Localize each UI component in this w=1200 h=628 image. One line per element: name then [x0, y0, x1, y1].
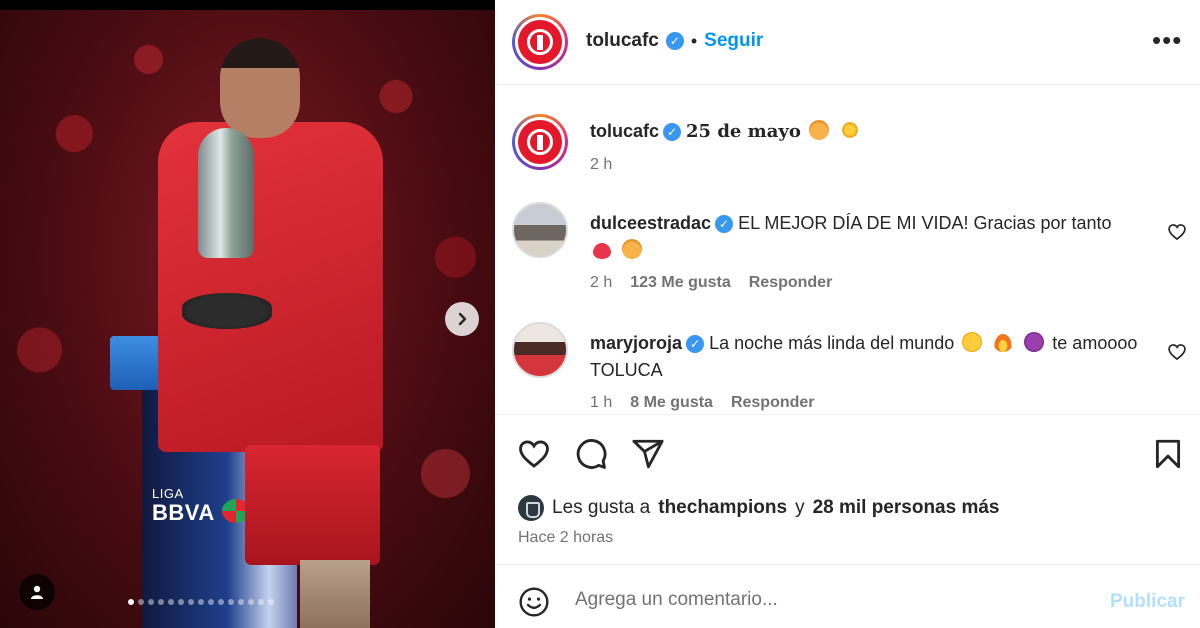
heart-emoji-icon: [593, 243, 611, 259]
more-options-button[interactable]: •••: [1152, 27, 1182, 53]
author-avatar[interactable]: [512, 14, 568, 70]
likes-others[interactable]: 28 mil personas más: [813, 497, 1000, 519]
trophy-cup: [198, 128, 254, 258]
emoji-picker-icon[interactable]: [518, 586, 550, 618]
pleading-face-emoji-icon: [622, 239, 643, 259]
like-comment-heart-icon[interactable]: [1167, 222, 1187, 242]
comment-input[interactable]: [575, 589, 1095, 611]
carousel-dot: [238, 599, 244, 605]
player-legs: [300, 560, 370, 628]
tagged-users-button[interactable]: [19, 574, 55, 610]
carousel-dot: [158, 599, 164, 605]
caption-meta: 2 h: [590, 156, 612, 174]
sun-emoji-icon: [839, 120, 860, 140]
post-time: Hace 2 horas: [518, 529, 614, 546]
heart-eyes-emoji-icon: [962, 332, 983, 352]
save-bookmark-icon[interactable]: [1151, 437, 1185, 471]
share-send-icon[interactable]: [631, 437, 665, 471]
liker-avatar[interactable]: [518, 495, 544, 521]
caption-username[interactable]: tolucafc: [590, 121, 659, 141]
comment-likes[interactable]: 8 Me gusta: [630, 394, 713, 412]
verified-badge-icon: ✓: [715, 215, 734, 234]
carousel-dot: [248, 599, 254, 605]
chevron-right-icon: [458, 312, 467, 326]
carousel-dot: [228, 599, 234, 605]
caption-body: tolucafc ✓ 25 de mayo: [590, 118, 1150, 145]
carousel-dot: [258, 599, 264, 605]
player-shorts: [245, 445, 380, 565]
caption-author-avatar[interactable]: [512, 114, 568, 170]
user-icon: [31, 585, 43, 599]
devil-emoji-icon: [1024, 332, 1045, 352]
carousel-indicator: [128, 599, 274, 607]
comment-username[interactable]: dulceestradac: [590, 213, 711, 233]
author-username[interactable]: tolucafc: [586, 30, 659, 52]
carousel-next-button[interactable]: [445, 302, 479, 336]
comment-meta: 1 h 8 Me gusta Responder: [590, 394, 815, 412]
comment-meta: 2 h 123 Me gusta Responder: [590, 274, 832, 292]
player-head: [220, 38, 300, 138]
liker-username[interactable]: thechampions: [658, 497, 787, 519]
commenter-avatar[interactable]: [512, 202, 568, 258]
trophy-base: [182, 293, 272, 329]
comment-bubble-icon[interactable]: [574, 437, 608, 471]
add-comment-bar: Publicar: [495, 564, 1200, 628]
publish-button[interactable]: Publicar: [1110, 591, 1185, 613]
verified-badge-icon: ✓: [686, 335, 705, 354]
carousel-dot: [138, 599, 144, 605]
reply-button[interactable]: Responder: [731, 394, 815, 412]
caption-text: 25 de mayo: [686, 121, 801, 142]
caption-time: 2 h: [590, 156, 613, 173]
post-actions: Les gusta a thechampions y 28 mil person…: [495, 414, 1200, 564]
comments-list[interactable]: tolucafc ✓ 25 de mayo 2 h dulceestradac ✓ …: [495, 86, 1200, 414]
separator-dot: •: [690, 30, 698, 51]
carousel-dot: [148, 599, 154, 605]
verified-badge-icon: ✓: [665, 32, 684, 50]
like-comment-heart-icon[interactable]: [1167, 342, 1187, 362]
club-crest-icon: [518, 120, 562, 164]
carousel-dot: [128, 599, 134, 605]
carousel-dot: [168, 599, 174, 605]
reply-button[interactable]: Responder: [749, 274, 833, 292]
like-heart-icon[interactable]: [517, 437, 551, 471]
author-row: tolucafc ✓ • Seguir: [586, 30, 763, 52]
comment-time: 1 h: [590, 394, 613, 411]
carousel-dot: [218, 599, 224, 605]
comment-username[interactable]: maryjoroja: [590, 333, 682, 353]
carousel-dot: [178, 599, 184, 605]
media-top-edge: [0, 0, 495, 10]
player-figure: [150, 30, 390, 628]
likes-prefix: Les gusta a: [552, 497, 651, 518]
commenter-avatar[interactable]: [512, 322, 568, 378]
likes-connector: y: [795, 497, 805, 518]
club-crest-icon: [518, 20, 562, 64]
carousel-dot: [268, 599, 274, 605]
comment-time: 2 h: [590, 274, 613, 291]
comment-text: EL MEJOR DÍA DE MI VIDA! Gracias por tan…: [738, 213, 1112, 233]
carousel-dot: [198, 599, 204, 605]
carousel-dot: [208, 599, 214, 605]
post-header: tolucafc ✓ • Seguir •••: [495, 0, 1200, 85]
comment-likes[interactable]: 123 Me gusta: [630, 274, 730, 292]
post-details-panel: tolucafc ✓ • Seguir ••• tolucafc ✓ 25 de …: [495, 0, 1200, 628]
fire-emoji-icon: [993, 332, 1014, 352]
likes-summary: Les gusta a thechampions y 28 mil person…: [518, 495, 1000, 521]
verified-badge-icon: ✓: [663, 123, 682, 142]
comment-body: dulceestradac ✓ EL MEJOR DÍA DE MI VIDA! …: [590, 210, 1150, 264]
comment-body: maryjoroja ✓ La noche más linda del mundo…: [590, 330, 1150, 384]
follow-button[interactable]: Seguir: [704, 30, 763, 52]
pleading-face-emoji-icon: [808, 120, 829, 140]
trophy: [182, 128, 272, 329]
carousel-dot: [188, 599, 194, 605]
post-media[interactable]: LIGA BBVA: [0, 0, 495, 628]
comment-text-part-1: La noche más linda del mundo: [709, 333, 955, 353]
